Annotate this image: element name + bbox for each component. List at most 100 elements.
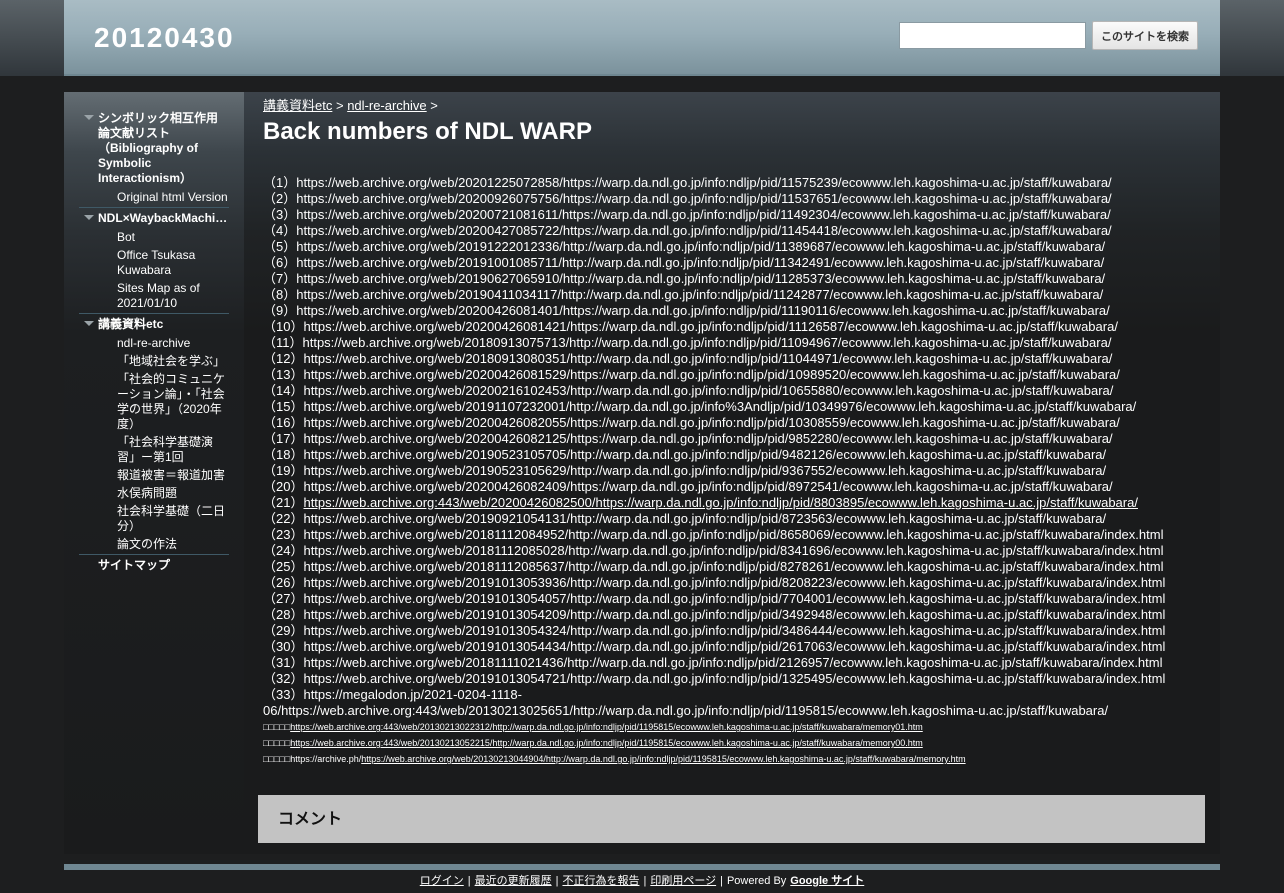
nav-subitem-social-science-seminar[interactable]: 「社会科学基礎演習」ー第1回 bbox=[79, 433, 229, 466]
archive-list-item: （2）https://web.archive.org/web/202009260… bbox=[263, 191, 1112, 206]
archive-list-item: （14）https://web.archive.org/web/20200216… bbox=[263, 383, 1114, 398]
archive-list-item: （24）https://web.archive.org/web/20181112… bbox=[263, 543, 1164, 558]
footer-divider bbox=[64, 864, 1220, 870]
page-title: Back numbers of NDL WARP bbox=[263, 118, 592, 145]
nav-subitem-sites-map[interactable]: Sites Map as of 2021/01/10 bbox=[79, 279, 229, 312]
archive-link[interactable]: https://web.archive.org:443/web/20200426… bbox=[303, 495, 1137, 510]
nav-group-lecture-materials: 講義資料etc ndl-re-archive 「地域社会を学ぶ」 「社会的コミュ… bbox=[79, 316, 229, 555]
archive-list-item: （26）https://web.archive.org/web/20191013… bbox=[263, 575, 1166, 590]
breadcrumb: 講義資料etc > ndl-re-archive > bbox=[263, 98, 1220, 114]
archive-list-item: （23）https://web.archive.org/web/20181112… bbox=[263, 527, 1164, 542]
archive-list-item: （17）https://web.archive.org/web/20200426… bbox=[263, 431, 1113, 446]
site-title[interactable]: 20120430 bbox=[94, 22, 235, 54]
archive-list-item: （29）https://web.archive.org/web/20191013… bbox=[263, 623, 1166, 638]
nav-subitem-office-tsukasa-kuwabara[interactable]: Office Tsukasa Kuwabara bbox=[79, 246, 229, 279]
archive-list-item: （33）https://megalodon.jp/2021-0204-1118- bbox=[263, 687, 522, 702]
breadcrumb-link-lecture-materials[interactable]: 講義資料etc bbox=[263, 98, 332, 113]
nav-subitem-original-html[interactable]: Original html Version bbox=[79, 188, 229, 206]
nav-item-ndl-wayback[interactable]: NDL×WaybackMachine bbox=[79, 210, 229, 228]
archive-item-number: （21） bbox=[263, 495, 304, 510]
nav-item-sitemap[interactable]: サイトマップ bbox=[79, 557, 229, 575]
expand-triangle-icon[interactable] bbox=[79, 211, 98, 226]
archive-list-item: （15）https://web.archive.org/web/20191107… bbox=[263, 399, 1137, 414]
nav-subitem-social-communication[interactable]: 「社会的コミュニケーション論」・「社会学の世界」（2020年度） bbox=[79, 370, 229, 433]
archive-list-item: （3）https://web.archive.org/web/202007210… bbox=[263, 207, 1111, 222]
search-input[interactable] bbox=[899, 22, 1086, 49]
footer-separator: | bbox=[467, 875, 471, 887]
nav-item-label[interactable]: 講義資料etc bbox=[98, 317, 229, 332]
footer-separator: | bbox=[720, 875, 723, 887]
archive-list-item: （18）https://web.archive.org/web/20190523… bbox=[263, 447, 1107, 462]
footer-powered-by: Powered By bbox=[726, 875, 787, 887]
expand-triangle-icon[interactable] bbox=[79, 317, 98, 332]
breadcrumb-separator: > bbox=[335, 98, 344, 113]
comments-heading: コメント bbox=[278, 811, 343, 828]
site-header: 20120430 このサイトを検索 bbox=[64, 0, 1220, 76]
memory-link-row: □□□□□https://web.archive.org:443/web/201… bbox=[263, 719, 1193, 735]
nav-subitem-bot[interactable]: Bot bbox=[79, 228, 229, 246]
archive-list-item: （31）https://web.archive.org/web/20181111… bbox=[263, 655, 1163, 670]
expand-triangle-icon[interactable] bbox=[79, 111, 98, 126]
memory-link-label: □□□□□ bbox=[263, 738, 291, 748]
archive-list-item: （28）https://web.archive.org/web/20191013… bbox=[263, 607, 1166, 622]
archive-list-item: （21）https://web.archive.org:443/web/2020… bbox=[263, 495, 1193, 511]
archive-list-item: （27）https://web.archive.org/web/20191013… bbox=[263, 591, 1166, 606]
nav-subitem-minamata[interactable]: 水俣病問題 bbox=[79, 484, 229, 502]
memory-link-label: □□□□□ bbox=[263, 754, 291, 764]
memory-link[interactable]: https://web.archive.org:443/web/20130213… bbox=[290, 722, 923, 732]
archive-list-item: （7）https://web.archive.org/web/201906270… bbox=[263, 271, 1106, 286]
footer-separator: | bbox=[555, 875, 559, 887]
archive-list-block-b: （22）https://web.archive.org/web/20190921… bbox=[263, 511, 1193, 687]
archive-ph-text: https://archive.ph/ bbox=[290, 754, 362, 764]
footer-login-link[interactable]: ログイン bbox=[420, 875, 464, 887]
footer-print-link[interactable]: 印刷用ページ bbox=[650, 875, 716, 887]
footer-google-sites-link[interactable]: Google サイト bbox=[790, 875, 864, 887]
archive-list-item: （1）https://web.archive.org/web/202012250… bbox=[263, 175, 1112, 190]
nav-subitem-social-science-basics[interactable]: 社会科学基礎（二日分） bbox=[79, 502, 229, 535]
nav-subitem-press-damage[interactable]: 報道被害＝報道加害 bbox=[79, 466, 229, 484]
sidebar-nav: シンボリック相互作用論文献リスト（Bibliography of Symboli… bbox=[64, 92, 244, 854]
memory-link-row: □□□□□https://web.archive.org:443/web/201… bbox=[263, 735, 1193, 751]
nav-item-lecture-materials[interactable]: 講義資料etc bbox=[79, 316, 229, 334]
archive-list-item: （6）https://web.archive.org/web/201910010… bbox=[263, 255, 1105, 270]
archive-list-block-a: （1）https://web.archive.org/web/202012250… bbox=[263, 175, 1193, 495]
footer-separator: | bbox=[643, 875, 647, 887]
archive-list-item: （10）https://web.archive.org/web/20200426… bbox=[263, 319, 1118, 334]
nav-group-ndl-wayback: NDL×WaybackMachine Bot Office Tsukasa Ku… bbox=[79, 210, 229, 314]
search-button[interactable]: このサイトを検索 bbox=[1092, 21, 1198, 50]
archive-list-item: （25）https://web.archive.org/web/20181112… bbox=[263, 559, 1164, 574]
archive-list-item: （22）https://web.archive.org/web/20190921… bbox=[263, 511, 1107, 526]
archive-list-item: （4）https://web.archive.org/web/202004270… bbox=[263, 223, 1112, 238]
nav-group-bibliography: シンボリック相互作用論文献リスト（Bibliography of Symboli… bbox=[79, 110, 229, 208]
memory-link-label: □□□□□ bbox=[263, 722, 291, 732]
archive-list-item: （5）https://web.archive.org/web/201912220… bbox=[263, 239, 1106, 254]
archive-list-item: （13）https://web.archive.org/web/20200426… bbox=[263, 367, 1120, 382]
nav-item-label[interactable]: サイトマップ bbox=[98, 558, 229, 573]
nav-item-label[interactable]: シンボリック相互作用論文献リスト（Bibliography of Symboli… bbox=[98, 111, 229, 186]
footer-recent-changes-link[interactable]: 最近の更新履歴 bbox=[475, 875, 552, 887]
comments-section: コメント bbox=[258, 795, 1205, 843]
footer: ログイン | 最近の更新履歴 | 不正行為を報告 | 印刷用ページ | Powered By Go… bbox=[0, 874, 1284, 888]
archive-list-item: （32）https://web.archive.org/web/20191013… bbox=[263, 671, 1166, 686]
memory-link-row: □□□□□https://archive.ph/https://web.arch… bbox=[263, 751, 1193, 767]
archive-list-item: （20）https://web.archive.org/web/20200426… bbox=[263, 479, 1113, 494]
nav-subitem-local-society[interactable]: 「地域社会を学ぶ」 bbox=[79, 352, 229, 370]
breadcrumb-link-ndl-re-archive[interactable]: ndl-re-archive bbox=[347, 98, 426, 113]
archive-list-item-continued: 06/https://web.archive.org:443/web/20130… bbox=[263, 703, 1109, 718]
breadcrumb-separator: > bbox=[430, 98, 438, 113]
archive-list: （1）https://web.archive.org/web/202012250… bbox=[263, 175, 1193, 767]
nav-subitem-ndl-re-archive[interactable]: ndl-re-archive bbox=[79, 334, 229, 352]
archive-list-item: （8）https://web.archive.org/web/201904110… bbox=[263, 287, 1104, 302]
memory-link[interactable]: https://web.archive.org/web/201302130449… bbox=[361, 754, 965, 764]
footer-report-abuse-link[interactable]: 不正行為を報告 bbox=[562, 875, 639, 887]
memory-link[interactable]: https://web.archive.org:443/web/20130213… bbox=[290, 738, 923, 748]
archive-list-item: （12）https://web.archive.org/web/20180913… bbox=[263, 351, 1113, 366]
archive-list-item: （19）https://web.archive.org/web/20190523… bbox=[263, 463, 1107, 478]
archive-list-item: （9）https://web.archive.org/web/202004260… bbox=[263, 303, 1110, 318]
archive-list-item: （16）https://web.archive.org/web/20200426… bbox=[263, 415, 1120, 430]
archive-list-item: （11）https://web.archive.org/web/20180913… bbox=[263, 335, 1112, 350]
nav-item-label[interactable]: NDL×WaybackMachine bbox=[98, 211, 229, 226]
main-content: 講義資料etc > ndl-re-archive > Back numbers … bbox=[244, 92, 1220, 854]
nav-subitem-thesis-method[interactable]: 論文の作法 bbox=[79, 535, 229, 553]
nav-item-bibliography[interactable]: シンボリック相互作用論文献リスト（Bibliography of Symboli… bbox=[79, 110, 229, 188]
